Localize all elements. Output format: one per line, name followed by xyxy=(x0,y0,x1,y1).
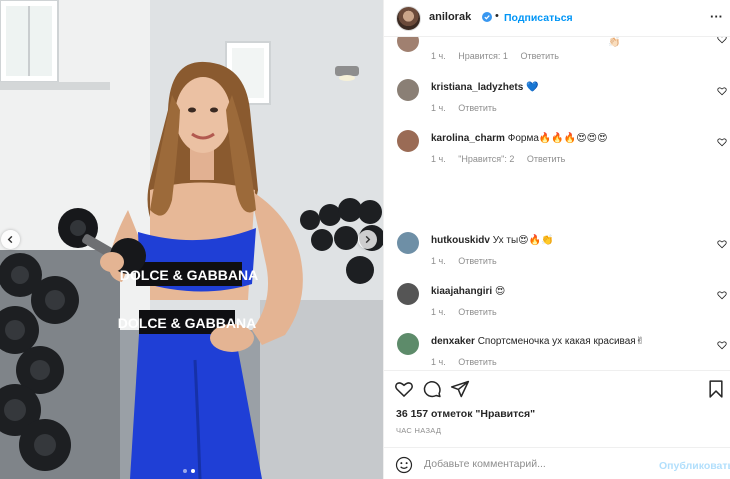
comment-time: 1 ч. xyxy=(431,357,446,367)
chevron-left-icon xyxy=(7,235,13,244)
comment-likes[interactable]: Нравится: 1 xyxy=(458,51,508,61)
commenter-avatar[interactable] xyxy=(397,79,419,101)
post-actions xyxy=(384,370,730,404)
comment-username[interactable]: hutkouskidv xyxy=(431,235,490,246)
comments-list[interactable]: 👏🏻 1 ч. Нравится: 1 Ответить kristiana_l… xyxy=(384,37,730,370)
carousel-prev-button[interactable] xyxy=(1,230,20,249)
comment-line: karolina_charm Форма🔥🔥🔥😍😍😍 xyxy=(431,133,608,144)
comment-meta: 1 ч. Нравится: 1 Ответить xyxy=(431,51,569,61)
heart-outline-icon[interactable] xyxy=(717,137,727,147)
publish-button[interactable]: Опубликовать xyxy=(659,460,730,472)
follow-button[interactable]: Подписаться xyxy=(504,12,573,24)
comment-username[interactable]: kristiana_ladyzhets xyxy=(431,82,523,93)
comment-meta: 1 ч. Ответить xyxy=(431,103,507,113)
comment-bubble-icon[interactable] xyxy=(422,379,442,399)
post-photo[interactable]: DOLCE & GABBANA DOLCE & GABBANA xyxy=(0,0,383,479)
brand-text-top: DOLCE & GABBANA xyxy=(120,267,258,283)
comment-text: Ух ты😍🔥👏 xyxy=(492,235,554,246)
comment-text: Спортсменочка ух какая красивая✌ xyxy=(477,336,645,347)
comment-reply-button[interactable]: Ответить xyxy=(458,307,496,317)
likes-count[interactable]: 36 157 отметок "Нравится" xyxy=(396,408,535,420)
comment-username[interactable]: kiaajahangiri xyxy=(431,286,492,297)
header-separator: • xyxy=(495,10,499,22)
more-options-icon[interactable]: ··· xyxy=(710,9,723,24)
heart-outline-icon[interactable] xyxy=(717,340,727,350)
emoji-icon[interactable] xyxy=(395,456,413,474)
comment-line: kiaajahangiri 😍 xyxy=(431,286,505,297)
photo-scene: DOLCE & GABBANA DOLCE & GABBANA xyxy=(0,0,383,479)
comment-text: 💙 xyxy=(526,82,539,93)
carousel-dot xyxy=(183,469,187,473)
comment-meta: 1 ч. Ответить xyxy=(431,307,507,317)
bookmark-icon[interactable] xyxy=(706,379,726,399)
carousel-next-button[interactable] xyxy=(358,230,377,249)
comment-line: kristiana_ladyzhets 💙 xyxy=(431,82,539,93)
comment-likes[interactable]: "Нравится": 2 xyxy=(458,154,514,164)
comment-input[interactable] xyxy=(424,455,649,473)
heart-outline-icon[interactable] xyxy=(717,37,727,44)
comment-meta: 1 ч. Ответить xyxy=(431,256,507,266)
comment-line: hutkouskidv Ух ты😍🔥👏 xyxy=(431,235,553,246)
comment-text: 😍 xyxy=(494,286,506,297)
heart-outline-icon[interactable] xyxy=(717,239,727,249)
comment-emoji: 👏🏻 xyxy=(608,37,621,48)
comment-meta: 1 ч. "Нравится": 2 Ответить xyxy=(431,154,575,164)
commenter-avatar[interactable] xyxy=(397,232,419,254)
comment-username[interactable]: denxaker xyxy=(431,336,475,347)
commenter-avatar[interactable] xyxy=(397,283,419,305)
comment-time: 1 ч. xyxy=(431,307,446,317)
commenter-avatar[interactable] xyxy=(397,37,419,52)
comment-time: 1 ч. xyxy=(431,154,446,164)
commenter-avatar[interactable] xyxy=(397,333,419,355)
comment-reply-button[interactable]: Ответить xyxy=(458,357,496,367)
carousel-dot-active xyxy=(191,469,195,473)
paper-plane-icon[interactable] xyxy=(450,379,470,399)
brand-text-bottom: DOLCE & GABBANA xyxy=(118,315,256,331)
post-time[interactable]: час назад xyxy=(396,426,441,435)
author-avatar[interactable] xyxy=(396,6,421,31)
comment-text: Форма🔥🔥🔥😍😍😍 xyxy=(507,133,608,144)
comment-reply-button[interactable]: Ответить xyxy=(520,51,558,61)
commenter-avatar[interactable] xyxy=(397,130,419,152)
heart-outline-icon[interactable] xyxy=(394,379,414,399)
post-header: anilorak • Подписаться ··· xyxy=(384,0,730,37)
author-username[interactable]: anilorak xyxy=(429,11,471,23)
heart-outline-icon[interactable] xyxy=(717,86,727,96)
chevron-right-icon xyxy=(365,235,371,244)
verified-badge-icon xyxy=(482,12,492,22)
comment-time: 1 ч. xyxy=(431,256,446,266)
comment-reply-button[interactable]: Ответить xyxy=(527,154,565,164)
comment-time: 1 ч. xyxy=(431,51,446,61)
post-panel: anilorak • Подписаться ··· 👏🏻 1 ч. Нрави… xyxy=(383,0,730,479)
comment-time: 1 ч. xyxy=(431,103,446,113)
comment-reply-button[interactable]: Ответить xyxy=(458,103,496,113)
comment-username[interactable]: karolina_charm xyxy=(431,133,505,144)
comment-line: denxaker Спортсменочка ух какая красивая… xyxy=(431,336,644,347)
comment-meta: 1 ч. Ответить xyxy=(431,357,507,367)
heart-outline-icon[interactable] xyxy=(717,290,727,300)
comment-reply-button[interactable]: Ответить xyxy=(458,256,496,266)
carousel-dots xyxy=(183,469,195,473)
add-comment-bar: Опубликовать xyxy=(384,447,730,479)
